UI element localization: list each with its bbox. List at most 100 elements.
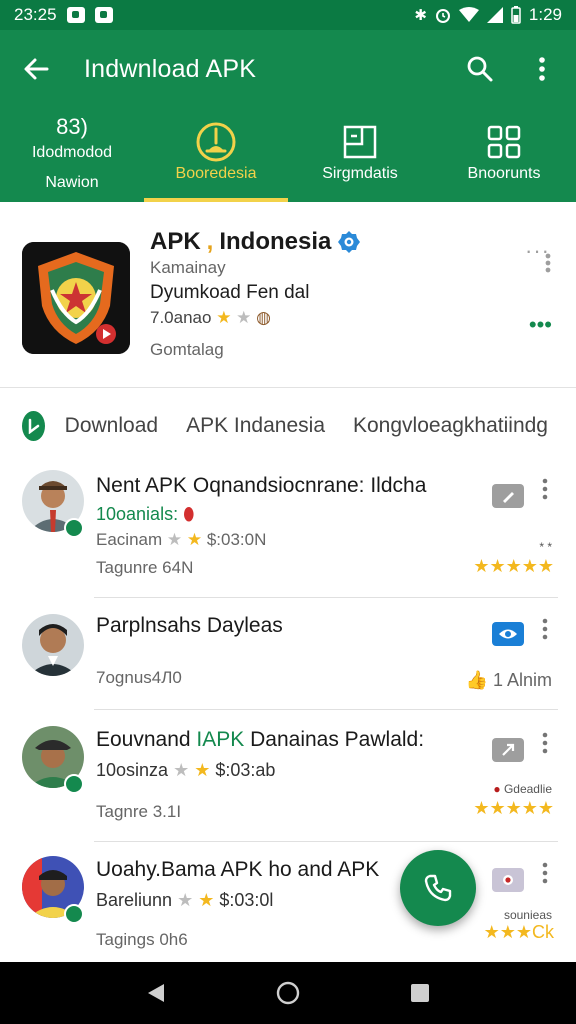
app-bar: Indwnload APK 83) Idodmodod Nawion Boore… (0, 30, 576, 202)
status-badge (64, 518, 84, 538)
star-icon: ★ (216, 308, 232, 327)
item-tag: Tagnre 3.1I (96, 802, 182, 821)
chip-apk-indonesia[interactable]: APK Indanesia (186, 414, 325, 438)
more-vert-icon[interactable] (544, 252, 552, 274)
search-icon (467, 56, 493, 82)
arrow-back-icon (24, 58, 49, 80)
share-button[interactable] (492, 738, 524, 762)
view-button[interactable] (492, 622, 524, 646)
item-title: Parplnsahs Dayleas (96, 614, 283, 637)
tab-accounts[interactable]: Bnoorunts (432, 108, 576, 202)
tab-label-2: Nawion (45, 174, 99, 191)
app-name-rest: Indonesia (219, 228, 332, 255)
app-list: Nent APK Oqnandsiocnrane: Ildcha 10oania… (0, 458, 576, 962)
item-meta: Eacinam ★ ★ $:03:0N (96, 530, 266, 550)
triangle-back-icon (148, 984, 164, 1002)
record-icon (503, 875, 513, 885)
item-small-label: sounieas (503, 908, 552, 922)
tab-label: Idodmodod (31, 144, 113, 161)
list-item[interactable]: Uoahy.Bama APK ho and APK Bareliunn ★ ★ … (0, 842, 576, 962)
star-icon: ★ (177, 890, 194, 910)
overflow-menu-button[interactable] (526, 53, 558, 85)
pencil-icon (503, 492, 514, 503)
item-meta-label: 10osinza (96, 760, 169, 780)
star-icon: ★ (173, 760, 190, 780)
system-nav-bar (0, 962, 576, 1024)
item-meta: Bareliunn ★ ★ $:03:0l (96, 890, 273, 911)
item-small-text: Gdeadlie (503, 782, 552, 796)
list-item[interactable]: Eouvnand IAPK Danainas Pawlald: 10osinza… (0, 710, 576, 842)
item-rating: ★★★Ck (484, 922, 554, 943)
star-icon: ★ (166, 530, 183, 549)
item-price: $:03:ab (215, 760, 276, 780)
rating-text: 7.0anao (150, 308, 212, 327)
item-meta-label: Bareliunn (96, 890, 173, 910)
item-title-part: Eouvnand (96, 728, 197, 751)
app-header-card: APK, Indonesia Kamainay Dyumkoad Fen dal … (0, 202, 576, 388)
tab-bar: 83) Idodmodod Nawion Booredesia Sirgmdat… (0, 108, 576, 202)
item-meta: 10osinza ★ ★ $:03:ab (96, 760, 275, 781)
item-downloads: 10oanials: (96, 504, 179, 524)
item-meta-label: Eacinam (96, 530, 163, 549)
item-more-vert-icon[interactable] (540, 478, 550, 500)
item-price: $:03:0N (206, 530, 267, 549)
tab-count: 83) (56, 114, 88, 139)
thumb-up-icon: 👍 (465, 670, 488, 690)
back-button[interactable] (18, 51, 54, 87)
likes-count: 1 Alnim (492, 670, 552, 690)
chip-third[interactable]: Kongvloeagkhatiindg (353, 414, 548, 438)
app-description: Dyumkoad Fen dal (150, 282, 310, 303)
page-title: Indwnload APK (84, 54, 257, 83)
item-title: Uoahy.Bama APK ho and APK (96, 858, 380, 881)
circle-home-icon (276, 981, 300, 1005)
app-name-dot: , (206, 228, 214, 255)
tab-statistics[interactable]: Sirgmdatis (288, 108, 432, 202)
item-more-vert-icon[interactable] (540, 862, 550, 884)
status-badge (64, 774, 84, 794)
item-subtitle: 10oanials: ⬮ (96, 504, 194, 525)
status-time-left: 23:25 (14, 5, 57, 24)
status-bar: 23:25 ✱ 1:29 (0, 0, 576, 30)
item-title-rest: Danainas Pawlald: (244, 728, 425, 751)
item-title-highlight: IAPK (196, 728, 245, 751)
star-icon: ★ (194, 760, 211, 780)
edit-button[interactable] (492, 484, 524, 508)
app-logo[interactable] (22, 242, 130, 354)
search-button[interactable] (464, 53, 496, 85)
star-icon: ★ (186, 530, 203, 549)
signal-icon (486, 7, 503, 23)
eye-icon (499, 629, 517, 639)
square-recents-icon (411, 984, 429, 1002)
chip-download[interactable]: Download (65, 414, 158, 438)
avatar[interactable] (22, 614, 84, 676)
notification-icon (66, 7, 85, 23)
nav-recents-button[interactable] (400, 973, 440, 1013)
filter-chip-row: Download APK Indanesia Kongvloeagkhatiin… (0, 404, 576, 448)
battery-icon (511, 6, 521, 24)
tab-label: Bnoorunts (467, 165, 541, 182)
tab-download-nation[interactable]: 83) Idodmodod Nawion (0, 108, 144, 202)
star-empty-icon: ★ (236, 308, 252, 327)
item-small-label: ● Gdeadlie (493, 782, 552, 796)
clock-icon (196, 122, 236, 162)
list-item[interactable]: Nent APK Oqnandsiocnrane: Ildcha 10oania… (0, 458, 576, 598)
tab-indonesia[interactable]: Booredesia (144, 108, 288, 202)
rating-stars: ★★★Ck (483, 922, 554, 942)
nav-back-button[interactable] (136, 973, 176, 1013)
drum-icon: ◍ (256, 308, 271, 327)
more-options-green-button[interactable]: ••• (529, 312, 552, 338)
record-button[interactable] (492, 868, 524, 892)
alarm-icon (435, 9, 450, 23)
call-fab-button[interactable] (400, 850, 476, 926)
rating-stars: ★★★★★ (473, 798, 554, 818)
nav-home-button[interactable] (268, 973, 308, 1013)
download-chip-button[interactable] (22, 411, 45, 441)
item-more-vert-icon[interactable] (540, 732, 550, 754)
flag-icon: ● (493, 782, 501, 796)
item-small-label: * * (539, 540, 552, 554)
wifi-icon (458, 7, 479, 22)
app-developer: Kamainay (150, 258, 226, 277)
tab-label: Booredesia (175, 165, 257, 182)
item-more-vert-icon[interactable] (540, 618, 550, 640)
list-item[interactable]: Parplnsahs Dayleas 7ognus4Л0 👍 1 Alnim (0, 598, 576, 710)
